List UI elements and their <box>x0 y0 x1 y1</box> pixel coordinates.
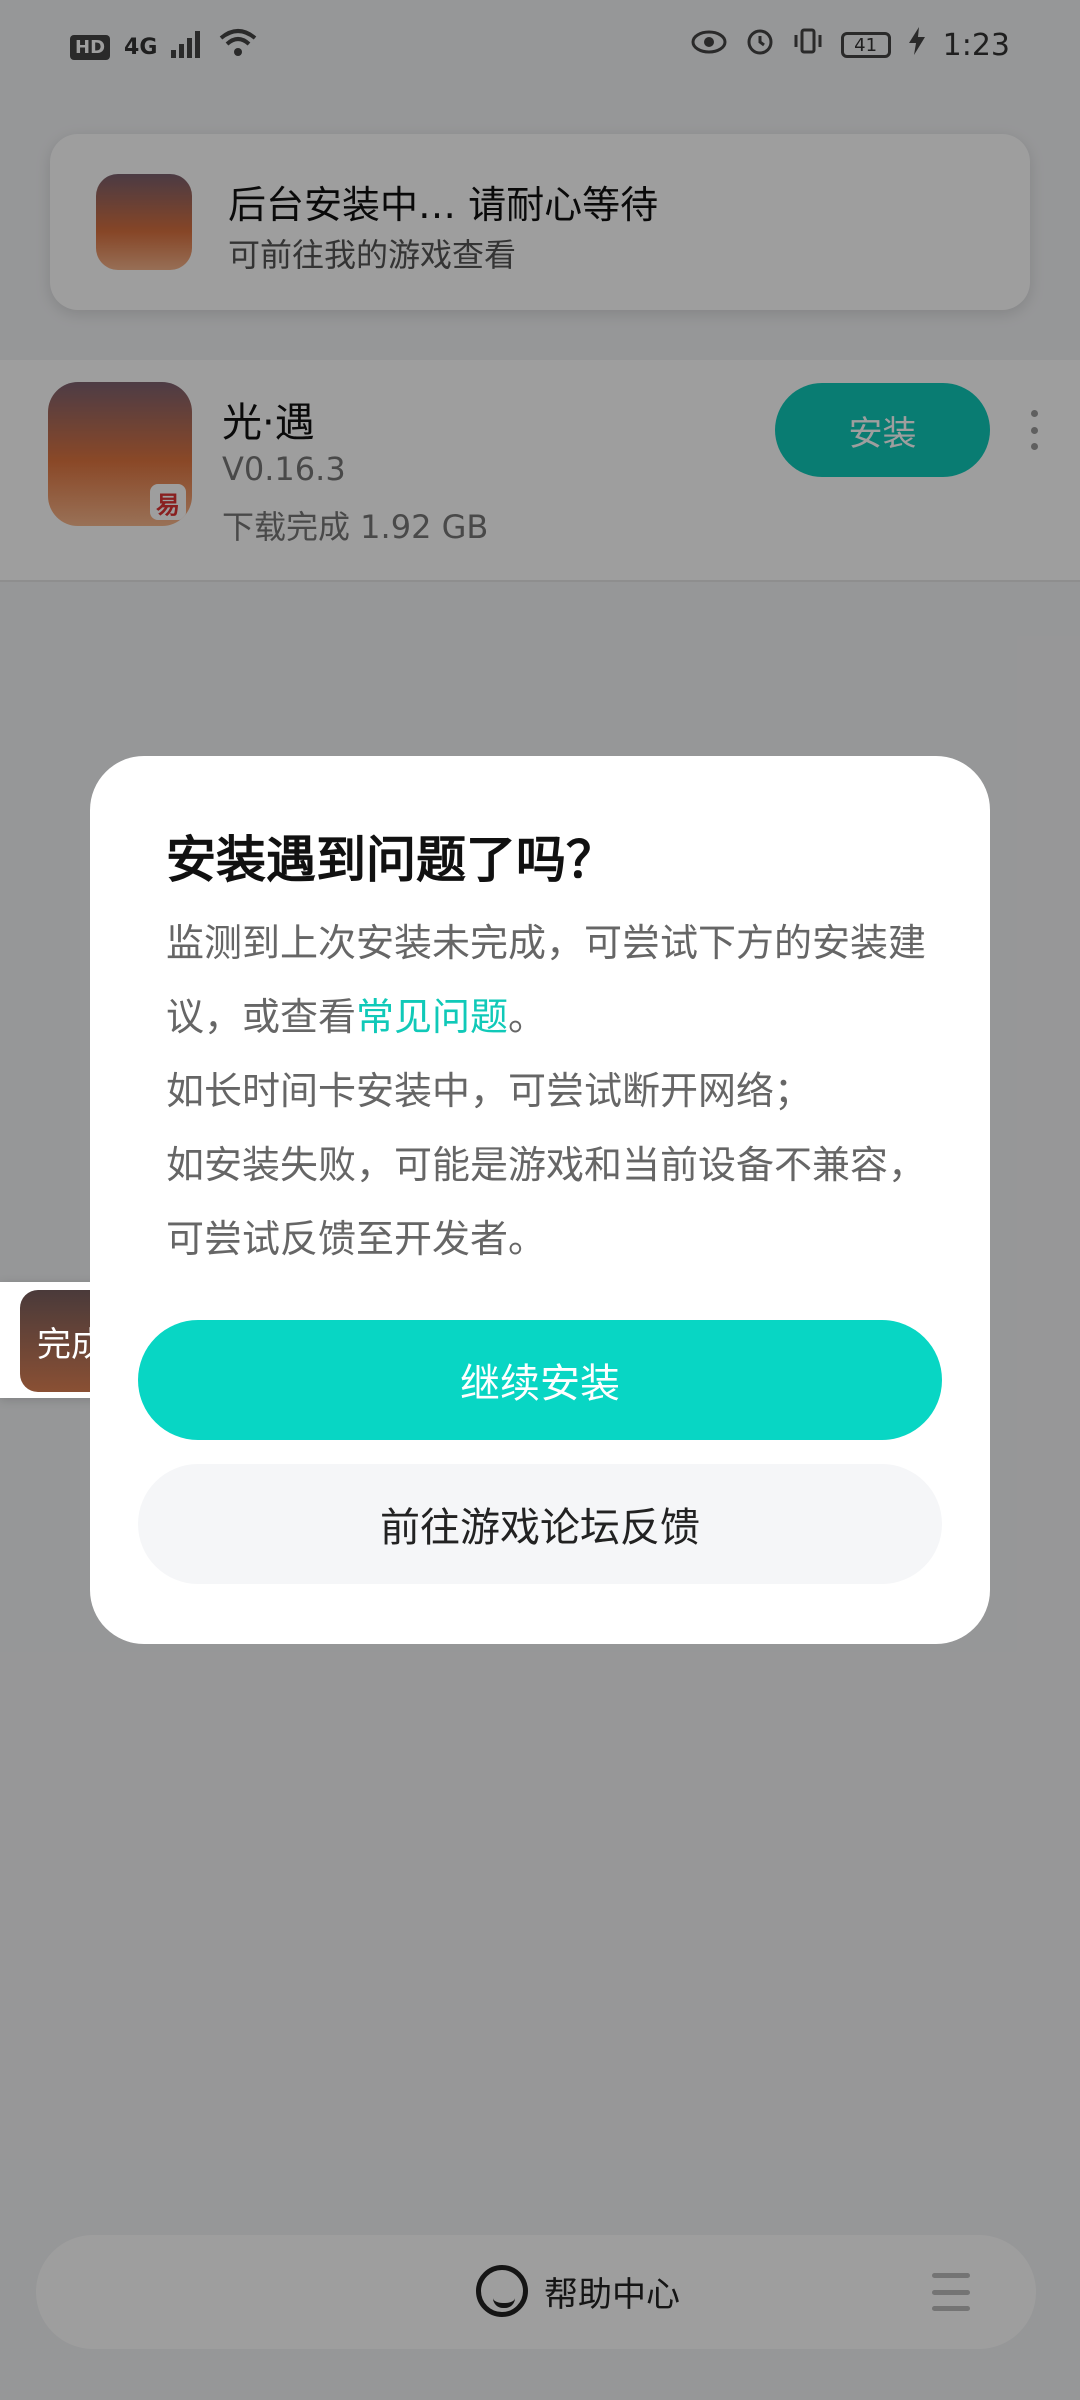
dialog-paragraph-3: 如安装失败，可能是游戏和当前设备不兼容，可尝试反馈至开发者。 <box>166 1143 927 1261</box>
faq-link[interactable]: 常见问题 <box>356 995 508 1039</box>
dialog-paragraph-2: 如长时间卡安装中，可尝试断开网络； <box>166 1069 813 1113</box>
continue-install-button[interactable]: 继续安装 <box>138 1320 942 1440</box>
dialog-line1-suffix: 。 <box>508 995 547 1039</box>
dialog-body: 监测到上次安装未完成，可尝试下方的安装建议，或查看常见问题。 如长时间卡安装中，… <box>166 906 926 1276</box>
install-problem-dialog: 安装遇到问题了吗？ 监测到上次安装未完成，可尝试下方的安装建议，或查看常见问题。… <box>90 756 990 1644</box>
dialog-paragraph-1: 监测到上次安装未完成，可尝试下方的安装建议，或查看常见问题。 <box>166 906 926 1054</box>
forum-feedback-button[interactable]: 前往游戏论坛反馈 <box>138 1464 942 1584</box>
dialog-title: 安装遇到问题了吗？ <box>166 831 616 889</box>
